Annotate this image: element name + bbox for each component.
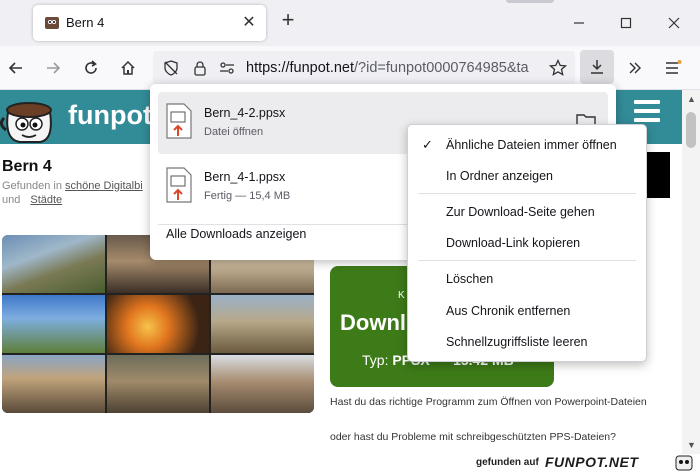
- funpot-mascot-logo[interactable]: [0, 92, 56, 144]
- arrow-left-icon: [8, 62, 22, 74]
- close-window-button[interactable]: [663, 12, 685, 34]
- preview-collage-image[interactable]: [2, 235, 314, 413]
- type-prefix: Typ:: [362, 352, 389, 368]
- menu-separator: [418, 193, 636, 194]
- lock-icon[interactable]: [192, 60, 208, 76]
- menu-item-go-to-download-page[interactable]: Zur Download-Seite gehen: [408, 198, 646, 226]
- url-text[interactable]: https://funpot.net/?id=funpot0000764985&…: [246, 60, 546, 76]
- back-button[interactable]: [5, 57, 27, 79]
- help-text-2: oder hast du Probleme mit schreibgeschüt…: [330, 431, 616, 443]
- overflow-menu-button[interactable]: [624, 57, 646, 79]
- show-all-downloads-button[interactable]: Alle Downloads anzeigen: [166, 227, 306, 241]
- home-button[interactable]: [117, 57, 139, 79]
- url-domain: https://funpot.net: [246, 60, 355, 76]
- menu-item-label: Löschen: [446, 272, 494, 286]
- collage-tile: [106, 355, 210, 413]
- menu-item-label: Schnellzugriffsliste leeren: [446, 335, 588, 349]
- permissions-icon[interactable]: [219, 60, 235, 76]
- tab-list-handle[interactable]: [506, 0, 554, 3]
- category-link-staedte[interactable]: Städte: [30, 194, 62, 206]
- menu-item-delete[interactable]: Löschen: [408, 265, 646, 293]
- help-text-1: Hast du das richtige Programm zum Öffnen…: [330, 396, 647, 408]
- minimize-icon: [574, 22, 584, 24]
- tab-strip: Bern 4 ✕ +: [0, 0, 700, 46]
- found-in-line-2: und Städte: [2, 194, 62, 206]
- menu-item-label: Ähnliche Dateien immer öffnen: [446, 138, 617, 152]
- arrow-right-icon: [47, 62, 61, 74]
- url-path: /?id=funpot0000764985&ta: [354, 60, 529, 76]
- reload-button[interactable]: [80, 57, 102, 79]
- url-bar[interactable]: https://funpot.net/?id=funpot0000764985&…: [153, 51, 575, 85]
- tab-bern-4[interactable]: Bern 4 ✕: [33, 5, 266, 41]
- downloads-button[interactable]: [580, 50, 614, 84]
- ppsx-file-icon: [166, 103, 192, 139]
- menu-item-label: In Ordner anzeigen: [446, 169, 554, 183]
- tab-title: Bern 4: [66, 15, 105, 30]
- watermark-text: gefunden auf: [476, 457, 539, 468]
- forward-button[interactable]: [42, 57, 64, 79]
- scroll-up-icon[interactable]: ▲: [687, 94, 696, 104]
- download-status: Fertig — 15,4 MB: [204, 190, 291, 202]
- scroll-down-icon[interactable]: ▼: [687, 440, 696, 450]
- menu-item-always-open-similar[interactable]: ✓ Ähnliche Dateien immer öffnen: [408, 131, 646, 159]
- chevrons-right-icon: [629, 62, 641, 74]
- check-icon: ✓: [422, 137, 433, 152]
- download-status: Datei öffnen: [204, 126, 264, 138]
- collage-tile: [2, 235, 105, 293]
- download-heading: Downl: [340, 310, 406, 335]
- scrollbar-thumb[interactable]: [686, 112, 696, 148]
- ppsx-file-icon: [166, 167, 192, 203]
- download-filename: Bern_4-1.ppsx: [204, 170, 286, 184]
- reload-icon: [85, 60, 97, 74]
- maximize-button[interactable]: [615, 12, 637, 34]
- category-link-digital[interactable]: schöne Digitalbi: [65, 180, 143, 192]
- menu-item-label: Zur Download-Seite gehen: [446, 205, 595, 219]
- found-prefix: Gefunden in: [2, 180, 62, 192]
- download-context-menu: ✓ Ähnliche Dateien immer öffnen In Ordne…: [407, 124, 647, 362]
- found-in-line: Gefunden in schöne Digitalbi: [2, 180, 143, 192]
- collage-tile: [2, 355, 105, 413]
- tracking-protection-shield-icon[interactable]: [163, 60, 179, 76]
- site-menu-button[interactable]: [634, 100, 660, 124]
- watermark-brand: FUNPOT.NET: [545, 454, 639, 470]
- download-caption: K: [398, 290, 405, 301]
- hamburger-icon: [666, 60, 682, 74]
- close-icon: [668, 17, 680, 29]
- minimize-button[interactable]: [568, 12, 590, 34]
- found-and: und: [2, 194, 21, 206]
- funpot-favicon-icon: [45, 17, 59, 29]
- collage-tile: [211, 295, 314, 353]
- download-filename: Bern_4-2.ppsx: [204, 106, 286, 120]
- collage-tile: [211, 355, 314, 413]
- menu-item-copy-download-link[interactable]: Download-Link kopieren: [408, 229, 646, 257]
- menu-item-show-in-folder[interactable]: In Ordner anzeigen: [408, 162, 646, 190]
- new-tab-button[interactable]: +: [277, 9, 299, 32]
- download-arrow-icon: [591, 60, 603, 74]
- watermark-mascot-icon: [675, 455, 693, 471]
- menu-item-clear-list[interactable]: Schnellzugriffsliste leeren: [408, 328, 646, 356]
- home-icon: [121, 60, 135, 75]
- collage-tile: [106, 295, 210, 353]
- menu-item-label: Download-Link kopieren: [446, 236, 581, 250]
- bookmark-star-icon[interactable]: [549, 59, 567, 77]
- page-scrollbar[interactable]: ▲ ▼: [682, 90, 700, 472]
- collage-tile: [2, 295, 105, 353]
- site-logo-text[interactable]: funpot: [68, 100, 152, 131]
- menu-item-remove-from-history[interactable]: Aus Chronik entfernen: [408, 297, 646, 325]
- menu-separator: [418, 260, 636, 261]
- page-title: Bern 4: [2, 158, 52, 175]
- menu-item-label: Aus Chronik entfernen: [446, 304, 571, 318]
- panel-divider: [158, 224, 408, 225]
- close-tab-icon[interactable]: ✕: [240, 13, 258, 31]
- maximize-icon: [620, 17, 632, 29]
- app-menu-button[interactable]: [662, 57, 684, 79]
